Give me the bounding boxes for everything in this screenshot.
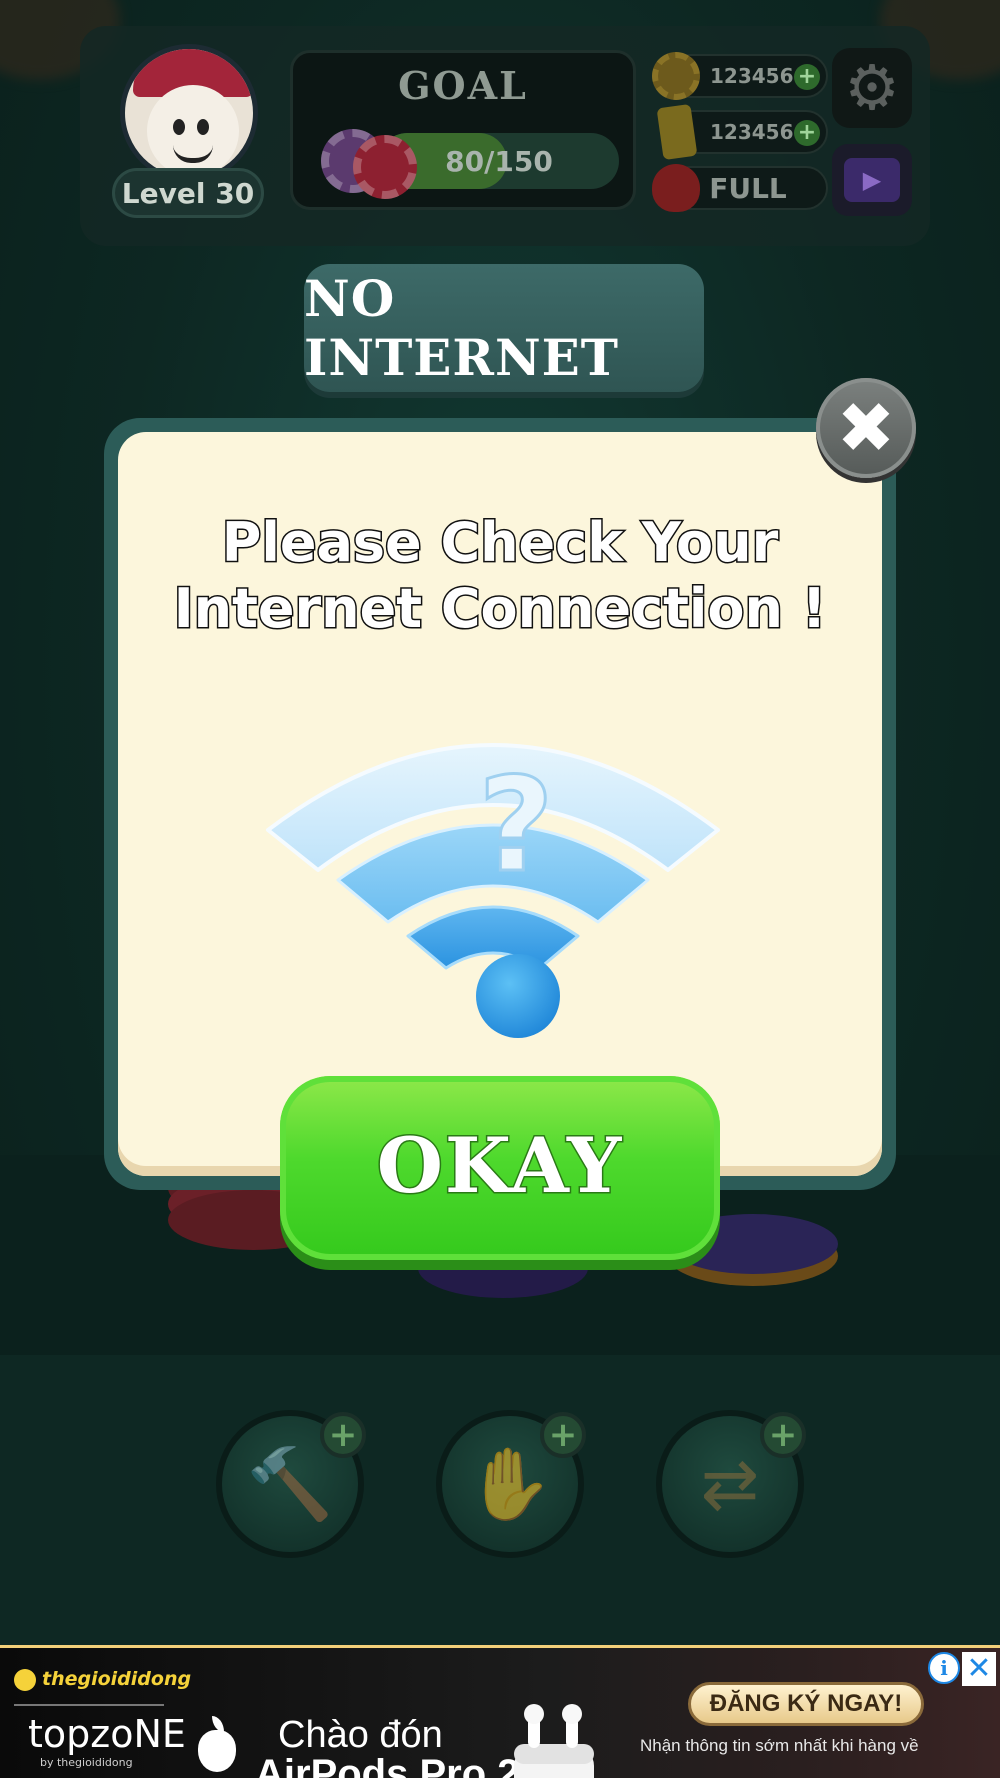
close-button[interactable]: ✖ [816,378,916,478]
ad-brand: topzoNE [28,1712,186,1756]
add-booster-button[interactable]: + [320,1412,366,1458]
lives-counter: FULL [652,164,828,212]
apple-icon [198,1730,236,1772]
gear-icon: ⚙ [844,51,900,124]
tickets-counter: 123456 + [656,103,828,161]
goal-panel: GOAL 80/150 [290,50,636,210]
watch-video-button[interactable]: ▶ [832,144,912,216]
coins-value: 123456 [710,64,794,88]
heart-icon [652,164,700,212]
hammer-icon: 🔨 [246,1442,334,1525]
add-booster-button[interactable]: + [540,1412,586,1458]
dialog-message: Please Check Your Internet Connection ! [118,510,882,642]
dialog-message-line1: Please Check Your [220,510,779,576]
player-avatar[interactable] [120,44,258,182]
dialog-message-line2: Internet Connection ! [172,576,828,642]
no-internet-title: NO INTERNET [304,264,704,392]
store-logo-icon [14,1668,36,1691]
ad-brand-sub: by thegioididong [40,1756,133,1769]
settings-button[interactable]: ⚙ [832,48,912,128]
chip-icon [353,135,417,199]
avatar-eye [197,119,209,135]
okay-label: OKAY [375,1119,624,1211]
ad-headline-1: Chào đón [278,1714,443,1756]
ad-signup-button[interactable]: ĐĂNG KÝ NGAY! [688,1682,924,1726]
airpods-product-image [508,1704,600,1778]
swap-icon: ⇄ [700,1443,760,1525]
ad-close-icon[interactable]: ✕ [962,1652,996,1686]
ticket-icon [656,103,698,161]
booster-swap-button[interactable]: ⇄ + [656,1410,806,1558]
wifi-question-icon: ? [258,700,728,1050]
ad-divider [14,1704,164,1706]
ad-info-icon[interactable]: i [928,1652,960,1684]
ad-store-name: thegioididong [42,1668,192,1690]
add-booster-button[interactable]: + [760,1412,806,1458]
add-tickets-button[interactable]: + [794,120,820,146]
ad-subtext: Nhận thông tin sớm nhất khi hàng về [640,1736,919,1755]
coin-icon [652,52,700,100]
coins-counter: 123456 + [652,52,828,100]
goal-title: GOAL [398,63,528,108]
top-hud: Level 30 GOAL 80/150 123456 + 123456 + F… [80,26,930,246]
booster-hammer-button[interactable]: 🔨 + [216,1410,366,1558]
close-icon: ✖ [836,387,896,469]
tickets-value: 123456 [710,120,794,144]
hand-icon: ✋ [466,1442,554,1525]
question-mark: ? [478,749,553,901]
booster-hand-button[interactable]: ✋ + [436,1410,586,1558]
okay-button[interactable]: OKAY [280,1076,720,1260]
ad-headline-2: AirPods Pro 2 [255,1752,520,1778]
video-icon: ▶ [844,158,900,202]
add-coins-button[interactable]: + [794,64,820,90]
avatar-face [147,85,239,177]
avatar-eye [173,119,185,135]
ad-store-logo: thegioididong [14,1668,191,1691]
level-badge: Level 30 [112,168,264,218]
